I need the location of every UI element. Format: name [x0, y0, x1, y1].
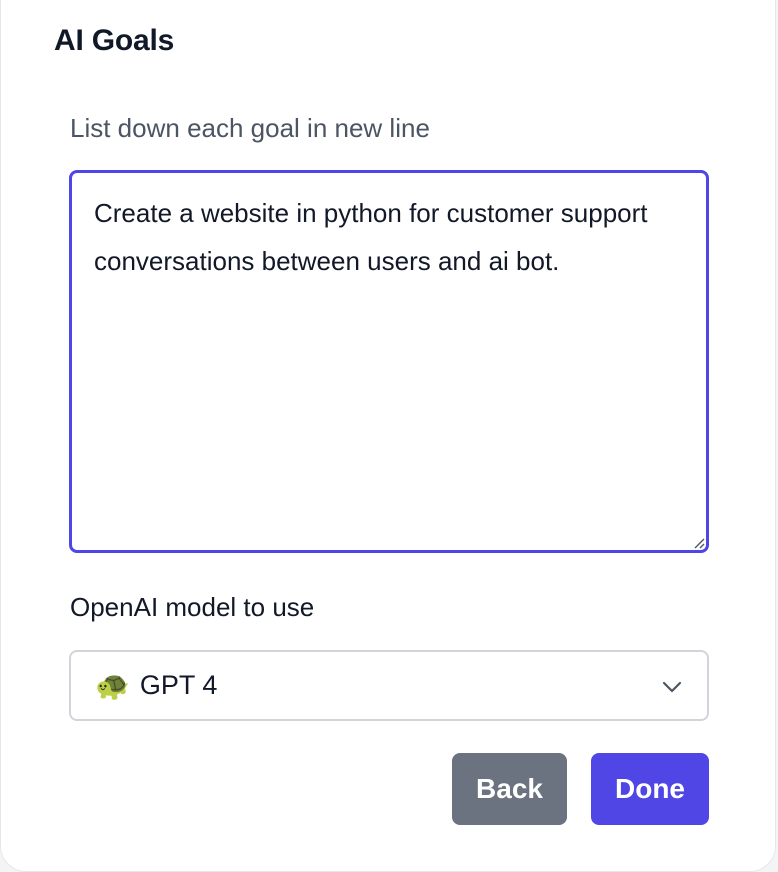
- ai-goals-modal: AI Goals List down each goal in new line…: [0, 0, 776, 872]
- goals-label: List down each goal in new line: [70, 113, 430, 143]
- goals-textarea[interactable]: [69, 170, 709, 553]
- done-button[interactable]: Done: [591, 753, 709, 825]
- model-selected-value: GPT 4: [139, 670, 218, 700]
- chevron-down-icon: [662, 681, 682, 693]
- back-button[interactable]: Back: [452, 753, 567, 825]
- resize-handle-icon[interactable]: [693, 537, 705, 549]
- model-select[interactable]: 🐢 GPT 4: [69, 650, 709, 721]
- model-label: OpenAI model to use: [70, 592, 315, 622]
- modal-title: AI Goals: [54, 24, 175, 57]
- turtle-icon: 🐢: [95, 669, 130, 701]
